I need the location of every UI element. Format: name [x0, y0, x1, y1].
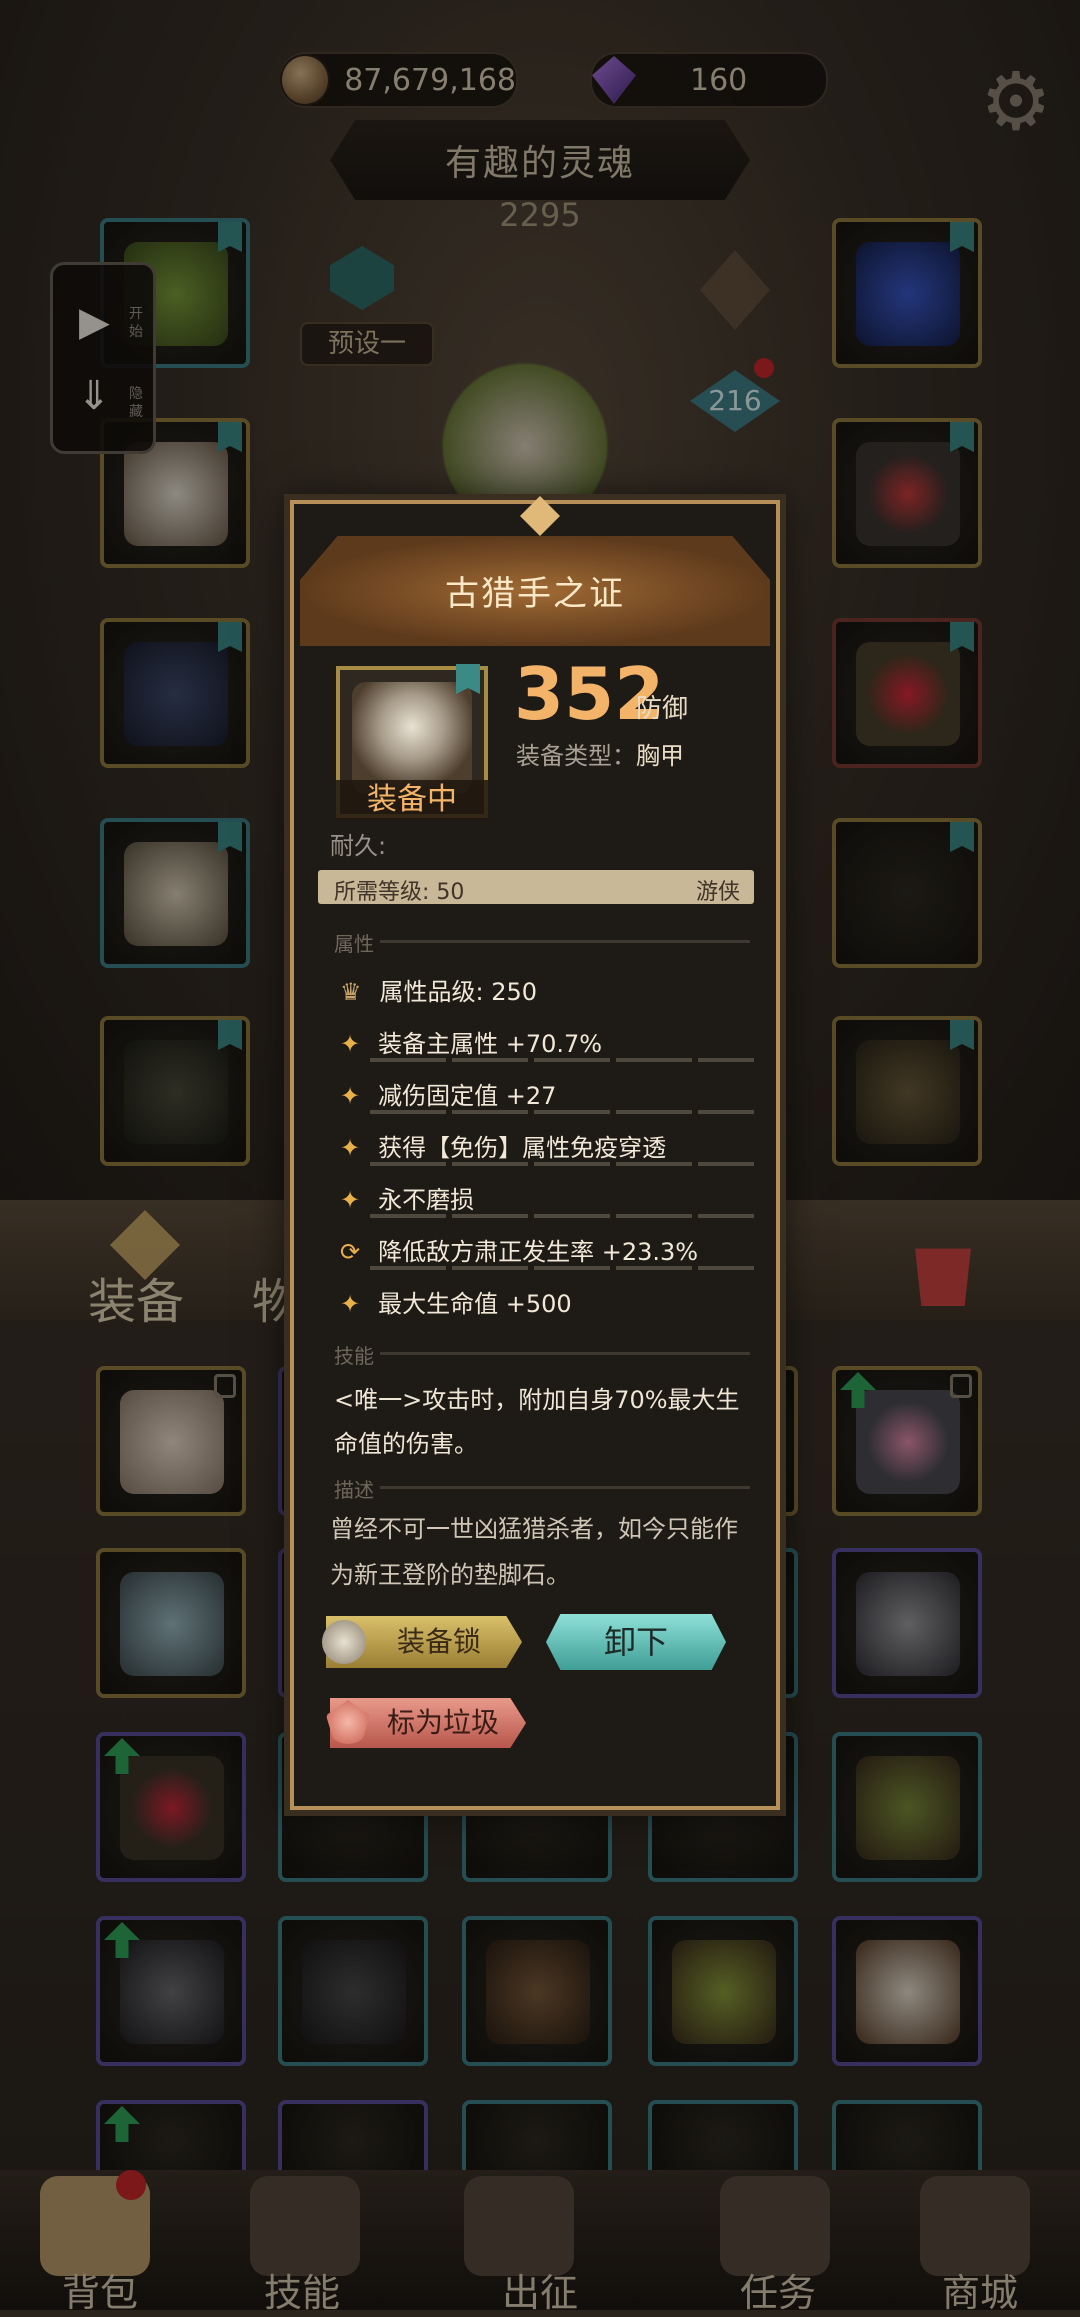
attribute-text: 装备主属性 +70.7%	[378, 1030, 603, 1058]
required-class: 游侠	[696, 880, 741, 905]
attribute-grade-text: 属性品级: 250	[379, 978, 538, 1006]
fur-armor-item-icon	[352, 682, 472, 794]
section-skill-header: 技能	[334, 1344, 374, 1368]
star-bullet-icon: ✦	[340, 1134, 361, 1162]
section-divider	[380, 940, 750, 943]
equipped-label: 装备中	[336, 780, 488, 820]
star-bullet-icon: ✦	[340, 1082, 361, 1110]
item-flavor-text: 曾经不可一世凶猛猎杀者，如今只能作为新王登阶的垫脚石。	[330, 1515, 738, 1589]
star-bullet-icon: ✦	[340, 1186, 361, 1214]
item-name: 古猎手之证	[445, 574, 625, 614]
defense-label: 防御	[636, 694, 689, 724]
attribute-text: 减伤固定值 +27	[378, 1082, 557, 1110]
attribute-text: 降低敌方肃正发生率 +23.3%	[378, 1238, 699, 1266]
attribute-text: 永不磨损	[378, 1186, 475, 1214]
section-divider	[380, 1486, 750, 1489]
grade-crown-icon: ♛	[340, 978, 362, 1006]
padlock-icon	[322, 1620, 366, 1664]
attribute-row: ⟳ 降低敌方肃正发生率 +23.3%	[340, 1232, 698, 1267]
skill-description: <唯一>攻击时，附加自身70%最大生命值的伤害。	[334, 1386, 740, 1458]
section-divider	[380, 1352, 750, 1355]
attribute-roll-bar	[370, 1214, 754, 1218]
star-bullet-icon: ✦	[340, 1030, 361, 1058]
attribute-row: ✦ 装备主属性 +70.7%	[340, 1024, 602, 1059]
section-description-header: 描述	[334, 1478, 374, 1502]
unequip-button[interactable]: 卸下	[546, 1614, 726, 1670]
attribute-text: 最大生命值 +500	[378, 1290, 572, 1318]
star-bullet-icon: ✦	[340, 1290, 361, 1318]
durability-label: 耐久:	[330, 832, 387, 860]
attribute-row: ✦ 获得【免伤】属性免疫穿透	[340, 1128, 666, 1163]
attribute-row: ✦ 减伤固定值 +27	[340, 1076, 556, 1111]
attribute-roll-bar	[370, 1266, 754, 1270]
item-type-value: 胸甲	[636, 742, 684, 770]
attribute-text: 获得【免伤】属性免疫穿透	[378, 1134, 667, 1162]
attribute-roll-bar	[370, 1110, 754, 1114]
attribute-roll-bar	[370, 1058, 754, 1062]
item-type: 装备类型：胸甲	[516, 736, 684, 771]
refresh-cycle-icon: ⟳	[340, 1238, 361, 1266]
attribute-row: ✦ 最大生命值 +500	[340, 1284, 572, 1319]
attribute-row: ✦ 永不磨损	[340, 1180, 474, 1215]
attribute-roll-bar	[370, 1162, 754, 1166]
section-attributes-header: 属性	[334, 932, 374, 956]
required-level: 所需等级: 50	[334, 880, 465, 905]
attribute-grade: ♛ 属性品级: 250	[340, 972, 537, 1007]
item-type-label: 装备类型：	[516, 742, 636, 770]
